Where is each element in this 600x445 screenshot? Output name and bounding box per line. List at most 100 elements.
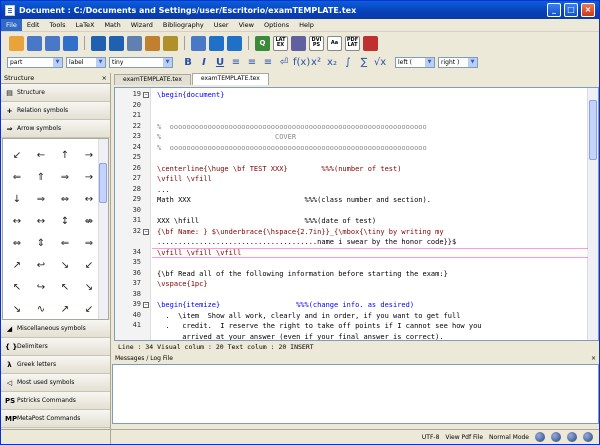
menu-math[interactable]: Math (99, 19, 125, 31)
maximize-button[interactable]: □ (564, 3, 578, 17)
new-file-icon[interactable] (9, 35, 24, 51)
format-button-8[interactable]: x² (309, 56, 323, 69)
sidebar-relation-symbols[interactable]: + Relation symbols (1, 102, 110, 120)
menu-help[interactable]: Help (294, 19, 319, 31)
symbols-scrollbar[interactable] (98, 139, 108, 319)
latex-icon[interactable]: LAT EX (273, 35, 288, 51)
save-all-icon[interactable] (45, 35, 60, 51)
arrow-symbol[interactable]: ⇐ (55, 233, 75, 253)
format-button-10[interactable]: ∫ (341, 56, 355, 69)
arrow-symbol[interactable]: ↔ (31, 211, 51, 231)
format-button-9[interactable]: x₂ (325, 56, 339, 69)
view-ps-icon[interactable]: Aa (327, 35, 342, 51)
format-button-11[interactable]: ∑ (357, 56, 371, 69)
view-pdf-icon[interactable] (363, 35, 378, 51)
log-output[interactable] (112, 364, 599, 424)
arrow-symbol[interactable]: ↙ (7, 145, 27, 165)
menu-wizard[interactable]: Wizard (126, 19, 158, 31)
section-combo[interactable]: part ▼ (7, 57, 63, 68)
editor-scrollbar[interactable] (587, 88, 598, 340)
tab-examtemplate[interactable]: examTEMPLATE.tex (191, 73, 269, 85)
undo-icon[interactable] (91, 35, 106, 51)
forward-icon[interactable] (227, 35, 242, 51)
arrow-symbol[interactable]: ⇒ (31, 189, 51, 209)
structure-view-icon[interactable] (191, 35, 206, 51)
arrow-symbol[interactable]: ∿ (31, 299, 51, 319)
arrow-symbol[interactable]: ⇒ (79, 233, 99, 253)
fold-toggle-icon[interactable]: − (143, 228, 149, 235)
close-icon[interactable]: × (591, 354, 596, 364)
format-button-3[interactable]: ≡ (229, 56, 243, 69)
sidebar-delimiters[interactable]: { } Delimiters (1, 338, 110, 356)
format-button-4[interactable]: ≡ (245, 56, 259, 69)
label-combo[interactable]: label ▼ (66, 57, 106, 68)
menu-edit[interactable]: Edit (22, 19, 45, 31)
arrow-symbol[interactable]: ↙ (79, 299, 99, 319)
settings-icon[interactable] (583, 432, 593, 442)
format-button-0[interactable]: B (181, 56, 195, 69)
title-bar[interactable]: Document : C:/Documents and Settings/use… (1, 1, 599, 19)
quick-build-icon[interactable]: Q (255, 35, 270, 51)
arrow-symbol[interactable]: ⇕ (31, 233, 51, 253)
arrow-symbol[interactable]: ↖ (7, 277, 27, 297)
arrow-symbol[interactable]: ↔ (7, 211, 27, 231)
cut-icon[interactable] (145, 35, 160, 51)
left-delimiter-combo[interactable]: left (▼ (395, 57, 435, 68)
menu-user[interactable]: User (209, 19, 234, 31)
pdflatex-icon[interactable]: PDF LAT (345, 35, 360, 51)
arrow-symbol[interactable]: ⇔ (7, 233, 27, 253)
menu-bibliography[interactable]: Bibliography (158, 19, 209, 31)
scroll-thumb[interactable] (99, 163, 107, 203)
redo-icon[interactable] (109, 35, 124, 51)
scroll-thumb[interactable] (589, 100, 597, 160)
arrow-symbol[interactable]: ↖ (55, 277, 75, 297)
arrow-symbol[interactable]: ↘ (7, 299, 27, 319)
help-icon[interactable] (551, 432, 561, 442)
size-combo[interactable]: tiny ▼ (109, 57, 173, 68)
format-button-2[interactable]: U (213, 56, 227, 69)
arrow-symbol[interactable]: ⇔ (55, 189, 75, 209)
dvi-ps-icon[interactable]: DVI PS (309, 35, 324, 51)
view-pdf-label[interactable]: View Pdf File (445, 434, 483, 441)
arrow-symbol[interactable]: ↙ (79, 255, 99, 275)
sidebar-greek-letters[interactable]: λ Greek letters (1, 356, 110, 374)
arrow-symbol[interactable]: ↗ (7, 255, 27, 275)
code-editor[interactable]: 19−20 21 22 23 24 25 26 27 28 29 30 31 32−34 35 36 37 38… (114, 87, 599, 341)
sidebar-arrow-symbols[interactable]: ⇒ Arrow symbols (1, 120, 110, 138)
back-icon[interactable] (209, 35, 224, 51)
tab-examtemplate[interactable]: examTEMPLATE.tex (114, 74, 191, 85)
menu-options[interactable]: Options (259, 19, 294, 31)
sidebar-structure[interactable]: ▤ Structure (1, 84, 110, 102)
sidebar-metapost-commands[interactable]: MP MetaPost Commands (1, 410, 110, 428)
format-button-7[interactable]: f(x) (293, 56, 310, 69)
menu-view[interactable]: View (234, 19, 259, 31)
fold-toggle-icon[interactable]: − (143, 302, 149, 308)
gear-icon[interactable] (535, 432, 545, 442)
copy-icon[interactable] (127, 35, 142, 51)
arrow-symbol[interactable]: ↗ (55, 299, 75, 319)
close-icon[interactable]: × (102, 74, 107, 82)
arrow-symbol[interactable]: ⇑ (31, 167, 51, 187)
arrow-symbol[interactable]: ↪ (31, 277, 51, 297)
arrow-symbol[interactable]: ↓ (7, 189, 27, 209)
menu-latex[interactable]: LaTeX (71, 19, 100, 31)
format-button-1[interactable]: I (197, 56, 211, 69)
sidebar-pstricks-commands[interactable]: PS Pstricks Commands (1, 392, 110, 410)
close-doc-icon[interactable] (63, 35, 78, 51)
fold-toggle-icon[interactable]: − (143, 92, 149, 98)
close-button[interactable]: × (581, 3, 595, 17)
paste-icon[interactable] (163, 35, 178, 51)
arrow-symbol[interactable]: ⇒ (55, 167, 75, 187)
right-delimiter-combo[interactable]: right ) ▼ (438, 57, 478, 68)
arrow-symbol[interactable]: ↩ (31, 255, 51, 275)
menu-file[interactable]: File (1, 19, 22, 31)
view-dvi-icon[interactable] (291, 35, 306, 51)
save-icon[interactable] (27, 35, 42, 51)
arrow-symbol[interactable]: ↘ (79, 277, 99, 297)
arrow-symbol[interactable]: → (79, 167, 99, 187)
arrow-symbol[interactable]: ↑ (55, 145, 75, 165)
sidebar-most-used-symbols[interactable]: ◁ Most used symbols (1, 374, 110, 392)
format-button-5[interactable]: ≡ (261, 56, 275, 69)
arrow-symbol[interactable]: ⇐ (7, 167, 27, 187)
arrow-symbol[interactable]: → (79, 145, 99, 165)
